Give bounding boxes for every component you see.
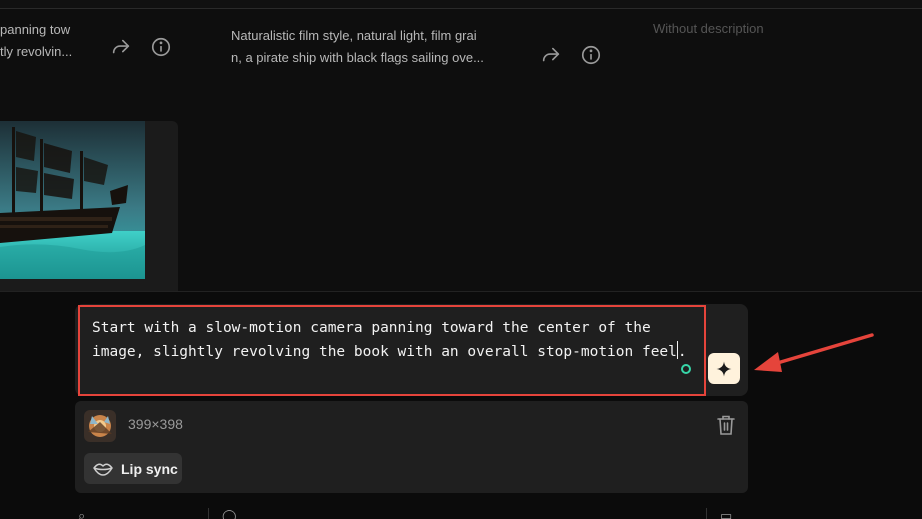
sparkle-icon [716, 361, 732, 376]
divider [208, 508, 209, 519]
enhance-prompt-button[interactable] [708, 353, 740, 384]
media-dimensions: 399×398 [128, 416, 183, 432]
pirate-ship-thumbnail[interactable] [0, 121, 145, 279]
bottom-toolbar: ⌕ ◯ ▭ [0, 508, 922, 519]
card-description-line: panning tow [0, 22, 71, 37]
card-description-line: tly revolvin... [0, 44, 73, 59]
status-dot [681, 364, 691, 374]
top-toolbar-strip [0, 0, 922, 9]
card-description[interactable]: Naturalistic film style, natural light, … [231, 25, 511, 69]
divider [706, 508, 707, 519]
info-icon[interactable] [579, 43, 603, 67]
info-icon[interactable] [149, 35, 173, 59]
annotation-arrow [754, 333, 874, 372]
media-thumbnail[interactable] [84, 410, 116, 442]
card-description-line: n, a pirate ship with black flags sailin… [231, 50, 484, 65]
prompt-trailing-text: . [677, 344, 687, 360]
card-description-line: Naturalistic film style, natural light, … [231, 28, 477, 43]
lip-sync-label: Lip sync [121, 460, 178, 477]
share-icon[interactable] [539, 43, 563, 67]
toolbar-item[interactable]: ⌕ [78, 508, 85, 519]
prompt-textarea[interactable]: Start with a slow-motion camera panning … [78, 305, 706, 396]
lip-sync-button[interactable]: Lip sync [84, 453, 182, 484]
card-description: Without description [653, 21, 764, 36]
lips-icon [93, 463, 113, 476]
toolbar-item[interactable]: ▭ [720, 508, 732, 519]
prompt-text: Start with a slow-motion camera panning … [92, 320, 677, 360]
toolbar-item[interactable]: ◯ [222, 508, 237, 519]
card-description[interactable]: panning tow tly revolvin... [0, 19, 90, 63]
share-icon[interactable] [109, 35, 133, 59]
trash-icon[interactable] [716, 414, 736, 436]
